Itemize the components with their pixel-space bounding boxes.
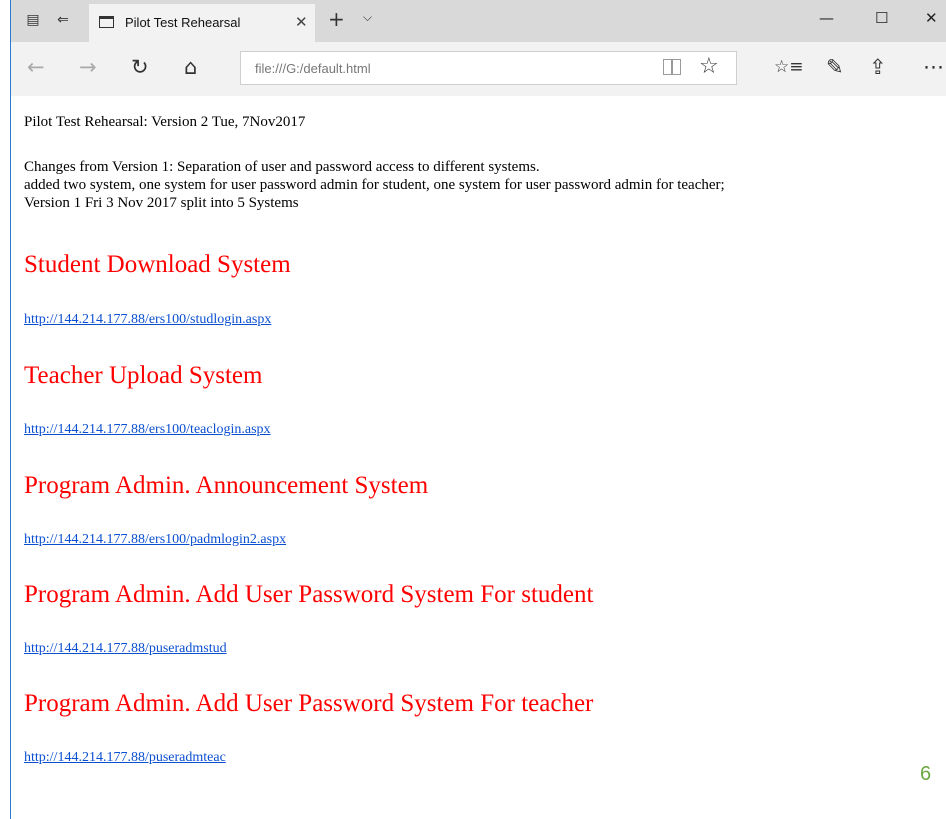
back-icon[interactable]: ← <box>27 55 45 79</box>
section-title-announcement: Program Admin. Announcement System <box>24 472 429 499</box>
changes-line: Changes from Version 1: Separation of us… <box>24 159 540 175</box>
tab-preview-icon[interactable]: ▤ <box>23 10 43 30</box>
link-user-password-teacher[interactable]: http://144.214.177.88/puseradmteac <box>24 750 226 766</box>
navigation-bar: ← → ↻ ⌂ file:///G:/default.html ☆ ☆≡ ✎ ⇪… <box>11 42 946 96</box>
minimize-button[interactable]: — <box>819 9 834 27</box>
favorites-hub-icon[interactable]: ☆≡ <box>774 55 803 79</box>
page-icon <box>99 16 114 28</box>
share-icon[interactable]: ⇪ <box>869 55 887 79</box>
changes-paragraph: Changes from Version 1: Separation of us… <box>24 158 725 212</box>
tab-close-icon[interactable]: ✕ <box>295 13 308 31</box>
tab-title: Pilot Test Rehearsal <box>125 15 241 30</box>
refresh-icon[interactable]: ↻ <box>131 55 149 79</box>
link-user-password-student[interactable]: http://144.214.177.88/puseradmstud <box>24 641 227 657</box>
link-announcement[interactable]: http://144.214.177.88/ers100/padmlogin2.… <box>24 532 286 548</box>
tab-bar: ▤ ⇐ Pilot Test Rehearsal ✕ + ⌵ — ☐ ✕ <box>11 0 946 42</box>
link-student-download[interactable]: http://144.214.177.88/ers100/studlogin.a… <box>24 312 271 328</box>
tab-list-chevron-icon[interactable]: ⌵ <box>363 10 372 25</box>
forward-icon[interactable]: → <box>79 55 97 79</box>
address-bar[interactable]: file:///G:/default.html ☆ <box>240 51 737 85</box>
section-title-user-password-teacher: Program Admin. Add User Password System … <box>24 690 594 717</box>
reading-view-icon[interactable] <box>663 59 681 75</box>
new-tab-button[interactable]: + <box>328 7 345 31</box>
section-title-student-download: Student Download System <box>24 251 291 278</box>
changes-line: added two system, one system for user pa… <box>24 177 725 193</box>
page-content: Pilot Test Rehearsal: Version 2 Tue, 7No… <box>11 96 946 819</box>
browser-window: ▤ ⇐ Pilot Test Rehearsal ✕ + ⌵ — ☐ ✕ ← →… <box>11 0 946 819</box>
link-teacher-upload[interactable]: http://144.214.177.88/ers100/teaclogin.a… <box>24 422 271 438</box>
version-heading: Pilot Test Rehearsal: Version 2 Tue, 7No… <box>24 114 306 130</box>
section-title-user-password-student: Program Admin. Add User Password System … <box>24 581 594 608</box>
maximize-button[interactable]: ☐ <box>875 9 888 27</box>
more-icon[interactable]: ⋯ <box>923 55 944 79</box>
set-aside-tabs-icon[interactable]: ⇐ <box>53 10 73 30</box>
favorite-star-icon[interactable]: ☆ <box>699 54 719 79</box>
web-note-icon[interactable]: ✎ <box>826 55 844 79</box>
tab-active[interactable]: Pilot Test Rehearsal ✕ <box>89 4 315 42</box>
home-icon[interactable]: ⌂ <box>184 55 197 79</box>
address-text: file:///G:/default.html <box>255 61 371 76</box>
close-button[interactable]: ✕ <box>925 9 938 27</box>
changes-line: Version 1 Fri 3 Nov 2017 split into 5 Sy… <box>24 195 299 211</box>
section-title-teacher-upload: Teacher Upload System <box>24 362 263 389</box>
page-number: 6 <box>920 763 932 785</box>
